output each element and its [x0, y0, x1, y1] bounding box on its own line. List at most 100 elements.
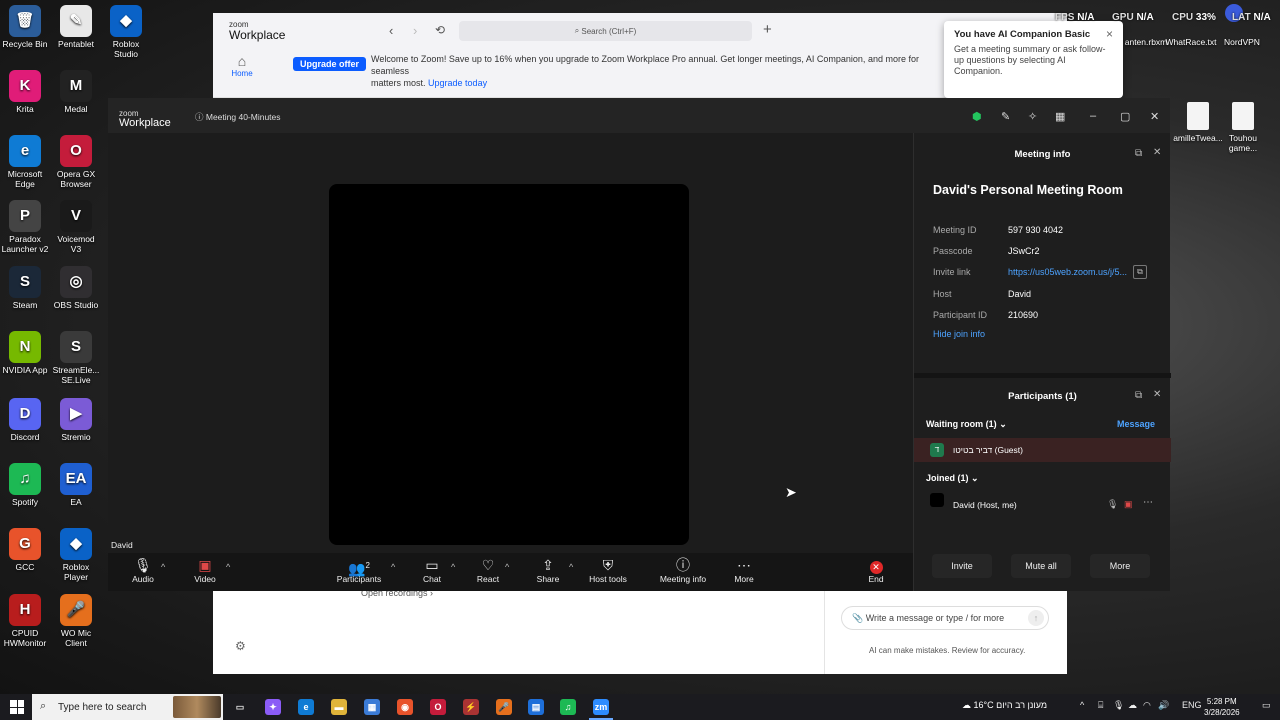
spotify-icon[interactable]: ♫	[560, 699, 576, 715]
start-button-icon[interactable]	[10, 700, 24, 714]
desktop-icon[interactable]: EA EA	[51, 463, 101, 507]
invite-link-value[interactable]: https://us05web.zoom.us/j/5...	[1008, 267, 1127, 277]
tray-chevron-icon[interactable]: ^	[1080, 700, 1084, 710]
app-icon[interactable]: ⚡	[463, 699, 479, 715]
participants-button[interactable]: 👥2 Participants	[336, 557, 382, 584]
mic-tray-icon[interactable]: 🎙	[1113, 700, 1124, 711]
desktop-icon[interactable]: O Opera GX Browser	[51, 135, 101, 189]
close-panel-icon[interactable]: ✕	[1153, 147, 1161, 158]
desktop-icon[interactable]: D Discord	[0, 398, 50, 442]
desktop-icon[interactable]: 🎤 WO Mic Client	[51, 594, 101, 648]
desktop-icon[interactable]: e Microsoft Edge	[0, 135, 50, 189]
participants-more-button[interactable]: More	[1090, 554, 1150, 578]
host-tools-button[interactable]: ⛨ Host tools	[588, 557, 628, 584]
layout-icon[interactable]: ▦	[1055, 110, 1065, 123]
maximize-icon[interactable]: ▢	[1120, 110, 1130, 123]
file-explorer-icon[interactable]: ▬	[331, 699, 347, 715]
more-options-icon[interactable]: ⋯	[1143, 497, 1153, 508]
language-indicator[interactable]: ENG	[1182, 700, 1202, 710]
waiting-room-label[interactable]: Waiting room (1) ⌄	[926, 419, 1007, 430]
desktop-file[interactable]: Touhou game...	[1215, 102, 1271, 153]
firefox-icon[interactable]: ◉	[397, 699, 413, 715]
desktop-icon[interactable]: ◆ Roblox Studio	[101, 5, 151, 59]
desktop-file[interactable]: WhatRace.txt	[1163, 37, 1219, 47]
share-options-chevron-icon[interactable]: ^	[569, 562, 573, 572]
audio-options-chevron-icon[interactable]: ^	[161, 562, 165, 572]
close-icon[interactable]: ×	[1106, 27, 1113, 41]
desktop-icon[interactable]: V Voicemod V3	[51, 200, 101, 254]
desktop-icon[interactable]: M Medal	[51, 70, 101, 114]
plus-icon[interactable]: +	[763, 21, 772, 38]
history-icon[interactable]: ⟲	[435, 23, 445, 37]
invite-button[interactable]: Invite	[932, 554, 992, 578]
volume-icon[interactable]: 🔊	[1158, 700, 1169, 711]
microphone-icon[interactable]: 🎙	[1107, 499, 1118, 510]
settings-icon[interactable]: ✧	[1028, 110, 1037, 123]
back-arrow-icon[interactable]: ‹	[389, 23, 393, 38]
close-window-icon[interactable]: ✕	[1150, 110, 1159, 123]
opera-gx-icon[interactable]: O	[430, 699, 446, 715]
message-waiting-room-button[interactable]: Message	[1117, 419, 1155, 429]
desktop-icon[interactable]: H CPUID HWMonitor	[0, 594, 50, 648]
audio-button[interactable]: 🎙 Audio	[131, 557, 155, 584]
video-button[interactable]: ▣ Video	[193, 557, 217, 584]
network-icon[interactable]: ⌸	[1098, 700, 1103, 711]
copy-icon[interactable]: ⧉	[1133, 265, 1147, 279]
share-button[interactable]: ⇪ Share	[536, 557, 560, 584]
weather-widget[interactable]: ☁ 16°C מעונן רב היום	[962, 700, 1047, 711]
search-input[interactable]: ⌕ Search (Ctrl+F)	[459, 21, 752, 41]
mute-all-button[interactable]: Mute all	[1011, 554, 1071, 578]
notepad-icon[interactable]: ▤	[528, 699, 544, 715]
hide-join-info-link[interactable]: Hide join info	[933, 329, 985, 339]
desktop-icon[interactable]: S StreamEle... SE.Live	[51, 331, 101, 385]
desktop-icon[interactable]: 🗑 Recycle Bin	[0, 5, 50, 49]
onedrive-icon[interactable]: ☁	[1128, 700, 1137, 711]
chat-button[interactable]: ▭ Chat	[420, 557, 444, 584]
desktop-icon[interactable]: ◎ OBS Studio	[51, 266, 101, 310]
desktop-icon[interactable]: ✎ Pentablet	[51, 5, 101, 49]
desktop-icon[interactable]: P Paradox Launcher v2	[0, 200, 50, 254]
desktop-icon[interactable]: G GCC	[0, 528, 50, 572]
ai-companion-notification[interactable]: You have AI Companion Basic Get a meetin…	[944, 21, 1123, 98]
send-icon[interactable]: ↑	[1028, 610, 1044, 626]
taskbar-search[interactable]: ⌕ Type here to search	[32, 694, 223, 720]
desktop-icon[interactable]: N NVIDIA App	[0, 331, 50, 375]
store-icon[interactable]: ▦	[364, 699, 380, 715]
react-options-chevron-icon[interactable]: ^	[505, 562, 509, 572]
desktop-file[interactable]: NordVPN	[1214, 37, 1270, 47]
forward-arrow-icon[interactable]: ›	[413, 23, 417, 38]
clock[interactable]: 5:28 PM 3/28/2026	[1204, 696, 1240, 718]
desktop-icon[interactable]: ◆ Roblox Player	[51, 528, 101, 582]
participants-popout-icon[interactable]: ⧉	[1135, 390, 1142, 401]
participants-options-chevron-icon[interactable]: ^	[391, 562, 395, 572]
wifi-icon[interactable]: ◠	[1143, 700, 1151, 711]
shield-icon[interactable]: ⬢	[972, 110, 982, 123]
task-view-icon[interactable]: ▭	[232, 699, 248, 715]
home-tab[interactable]: ⌂ Home	[229, 53, 255, 78]
video-options-chevron-icon[interactable]: ^	[226, 562, 230, 572]
video-off-icon[interactable]: ▣	[1124, 499, 1133, 510]
wo-mic-icon[interactable]: 🎤	[496, 699, 512, 715]
upgrade-today-link[interactable]: Upgrade today	[428, 78, 487, 88]
minimize-icon[interactable]: –	[1090, 110, 1096, 122]
chat-options-chevron-icon[interactable]: ^	[451, 562, 455, 572]
end-meeting-button[interactable]: ✕ End	[864, 557, 888, 584]
meeting-info-button[interactable]: ⓘ Meeting info	[659, 557, 707, 584]
pencil-icon[interactable]: ✎	[1001, 110, 1010, 123]
more-button[interactable]: ⋯ More	[732, 557, 756, 584]
desktop-icon[interactable]: ▶ Stremio	[51, 398, 101, 442]
attach-icon[interactable]: 📎	[852, 613, 866, 624]
react-button[interactable]: ♡ React	[476, 557, 500, 584]
ai-companion-input[interactable]: 📎 Write a message or type / for more ↑	[841, 606, 1049, 630]
notification-icon[interactable]: ▭	[1262, 700, 1271, 711]
video-tile[interactable]	[329, 184, 689, 545]
zoom-taskbar-icon[interactable]: zm	[593, 699, 609, 715]
copilot-icon[interactable]: ✦	[265, 699, 281, 715]
popout-icon[interactable]: ⧉	[1135, 148, 1142, 159]
desktop-icon[interactable]: ♫ Spotify	[0, 463, 50, 507]
edge-icon[interactable]: e	[298, 699, 314, 715]
gear-icon[interactable]: ⚙	[235, 639, 246, 653]
desktop-icon[interactable]: K Krita	[0, 70, 50, 114]
desktop-icon[interactable]: S Steam	[0, 266, 50, 310]
joined-label[interactable]: Joined (1) ⌄	[926, 473, 979, 484]
